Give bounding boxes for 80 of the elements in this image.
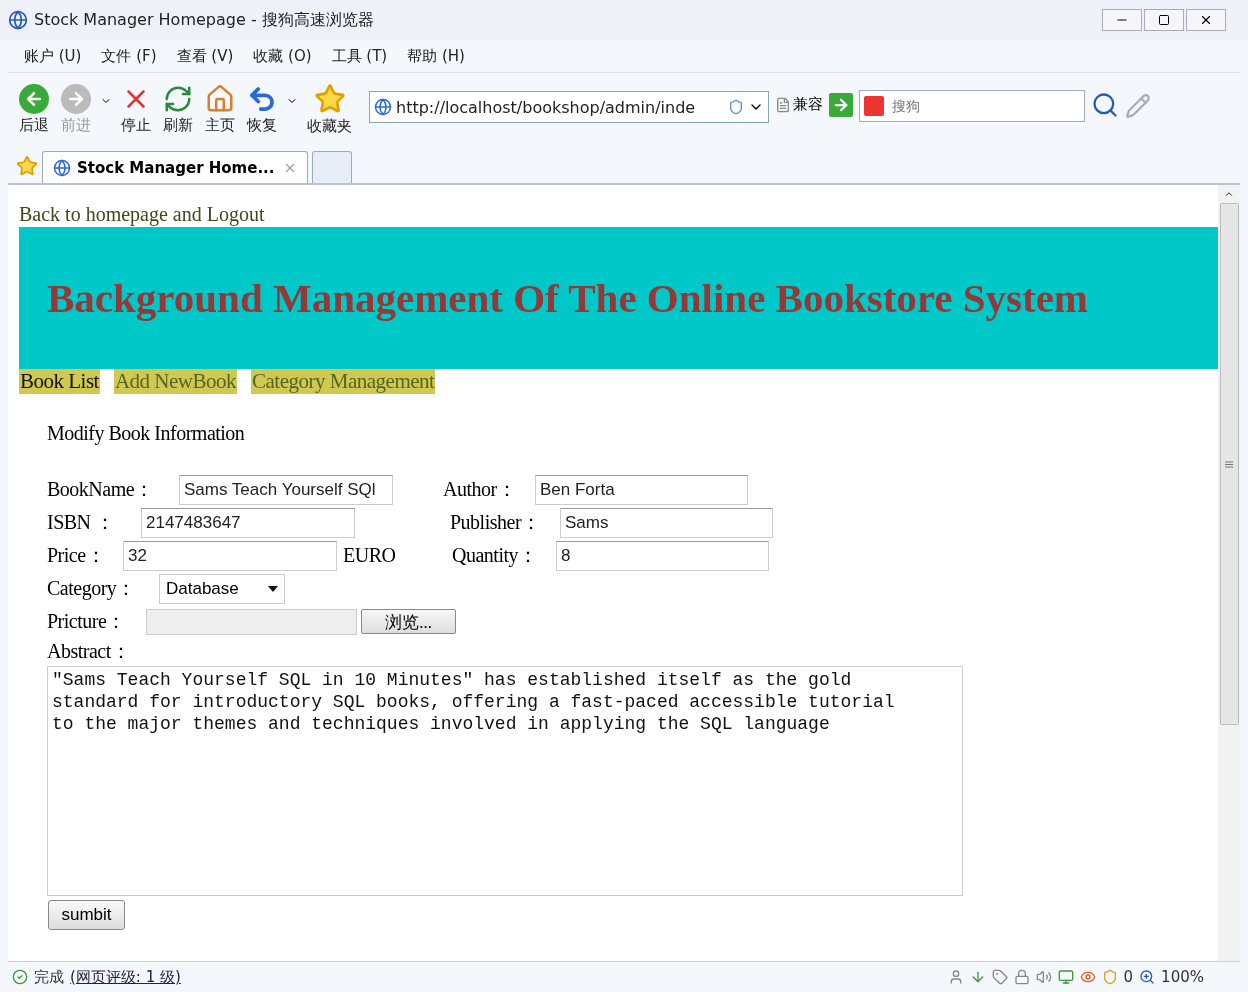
field-label: Price：	[47, 543, 107, 568]
category-select[interactable]: Database	[159, 573, 285, 604]
search-box[interactable]: 搜狗	[859, 90, 1085, 122]
search-engine-logo-icon	[864, 96, 884, 116]
arrow-icon	[832, 96, 850, 114]
tag-icon[interactable]	[991, 969, 1008, 985]
close-icon	[1199, 13, 1213, 27]
field-label: BookName：	[47, 477, 155, 502]
home-button[interactable]: 主页	[202, 84, 238, 135]
unit-label: EURO	[343, 544, 397, 567]
zoom-level[interactable]: 100%	[1161, 968, 1204, 986]
go-button[interactable]	[829, 93, 853, 117]
menu-item[interactable]: 收藏 (O)	[253, 46, 312, 66]
menu-item[interactable]: 文件 (F)	[101, 46, 157, 66]
rating-link[interactable]: (网页评级: 1 级)	[70, 967, 181, 987]
menu-item[interactable]: 帮助 (H)	[407, 46, 465, 66]
page-icon	[53, 158, 71, 177]
field-label: ISBN ：	[47, 510, 116, 535]
scroll-up-icon[interactable]	[1224, 189, 1234, 199]
nav-link[interactable]: Add NewBook	[113, 369, 237, 394]
monitor-icon[interactable]	[1057, 969, 1074, 985]
shield-icon[interactable]	[1101, 969, 1118, 985]
nav-link[interactable]: Book List	[19, 369, 100, 394]
field-label: Pricture：	[47, 609, 127, 634]
document-icon	[775, 96, 791, 113]
search-icon[interactable]	[1091, 91, 1119, 119]
scrollbar[interactable]	[1218, 185, 1240, 961]
refresh-icon	[163, 84, 193, 114]
text-field[interactable]: 2147483647	[141, 507, 355, 538]
text-field[interactable]: 8	[556, 540, 769, 571]
field-label: Author：	[443, 477, 518, 502]
browser-logo-icon	[8, 10, 28, 30]
field-label: Category：	[47, 576, 137, 602]
favorites-star-icon[interactable]	[16, 155, 38, 177]
grip-icon	[1225, 460, 1233, 468]
count-text: 0	[1123, 968, 1134, 986]
menu-item[interactable]: 查看 (V)	[176, 46, 234, 66]
text-field[interactable]: Sams	[560, 507, 773, 538]
field-label: Publisher：	[450, 510, 542, 535]
browser-tab[interactable]: Stock Manager Home...	[42, 151, 308, 183]
abstract-field[interactable]: "Sams Teach Yourself SQL in 10 Minutes" has established itself as the gold standard for introductory SQL books, offering a fast-paced accessible tutorial to the major themes and techniques involved in applying the SQL language	[47, 666, 963, 896]
text-field[interactable]: 32	[123, 540, 337, 571]
text-field[interactable]: Sams Teach Yourself SQl	[179, 474, 393, 505]
stop-button[interactable]: 停止	[118, 84, 154, 135]
page-icon	[374, 98, 392, 116]
zoom-icon[interactable]	[1139, 969, 1156, 985]
maximize-button[interactable]	[1144, 9, 1184, 31]
caret-icon	[268, 585, 278, 592]
favorites-button[interactable]: 收藏夹	[304, 83, 355, 136]
file-path-field[interactable]	[146, 608, 357, 635]
restore-button[interactable]: 恢复	[244, 84, 280, 135]
menu-item[interactable]: 工具 (T)	[331, 46, 388, 66]
pencil-icon[interactable]	[1125, 93, 1151, 119]
home-icon	[205, 84, 235, 114]
lock-icon[interactable]	[1013, 969, 1030, 985]
maximize-icon	[1158, 14, 1170, 26]
menu-item[interactable]: 账户 (U)	[24, 46, 82, 66]
nav-link[interactable]: Category Management	[251, 369, 436, 394]
undo-icon	[247, 84, 277, 114]
new-tab-button[interactable]	[312, 151, 352, 183]
compat-button[interactable]: 兼容	[775, 95, 823, 114]
speaker-icon[interactable]	[1035, 969, 1052, 985]
address-field[interactable]: http://localhost/bookshop/admin/inde	[369, 91, 769, 123]
submit-button[interactable]: sumbit	[48, 900, 125, 930]
status-text: 完成	[34, 967, 64, 987]
form-title: Modify Book Information	[47, 422, 246, 445]
field-label: Abstract：	[47, 639, 132, 664]
text-field[interactable]: Ben Forta	[535, 474, 748, 505]
logout-link[interactable]: Back to homepage and Logout	[19, 203, 265, 226]
star-icon	[313, 83, 346, 115]
banner-title: Background Management Of The Online Bookstore System	[47, 274, 1088, 322]
browse-button[interactable]: 浏览...	[361, 609, 456, 634]
shield-icon	[728, 99, 744, 115]
field-label: Quantity：	[452, 543, 539, 569]
eye-icon[interactable]	[1079, 969, 1096, 985]
window-title: Stock Manager Homepage - 搜狗高速浏览器	[34, 9, 375, 31]
search-field[interactable]: 搜狗	[890, 97, 1064, 115]
check-icon	[12, 969, 28, 985]
refresh-button[interactable]: 刷新	[160, 84, 196, 135]
back-button[interactable]: 后退	[16, 84, 52, 135]
